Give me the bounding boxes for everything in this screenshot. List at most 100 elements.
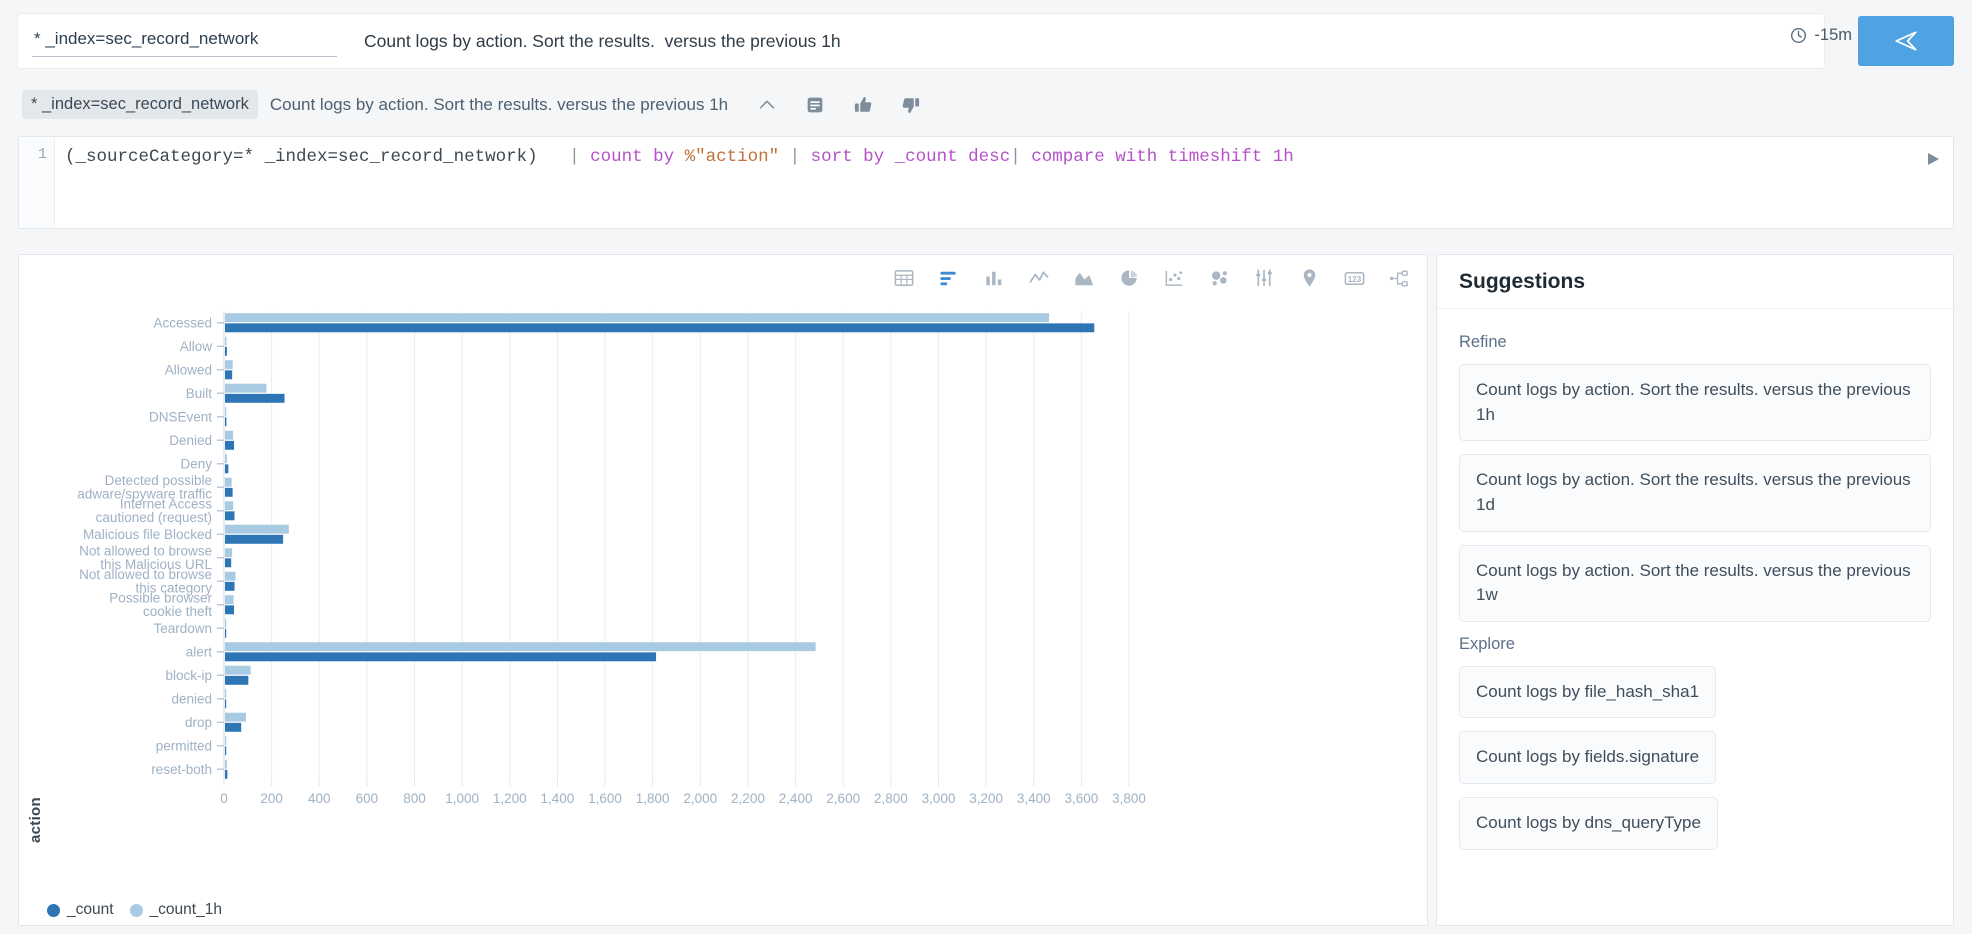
- bar-_count_1h[interactable]: [225, 619, 226, 628]
- bar-_count_1h[interactable]: [225, 666, 251, 675]
- y-tick-label: Accessed: [153, 315, 212, 330]
- bar-_count_1h[interactable]: [225, 501, 233, 510]
- bubble-icon[interactable]: [1208, 267, 1231, 290]
- x-tick-label: 1,200: [493, 791, 527, 806]
- pie-icon[interactable]: [1118, 267, 1141, 290]
- bar-column-icon[interactable]: [983, 267, 1006, 290]
- bar-_count[interactable]: [225, 347, 227, 356]
- query-code-line[interactable]: (_sourceCategory=* _index=sec_record_net…: [65, 146, 1294, 168]
- area-icon[interactable]: [1073, 267, 1096, 290]
- y-tick-label: cautioned (request): [96, 510, 212, 525]
- scope-field: [18, 14, 348, 68]
- query-editor[interactable]: 1 (_sourceCategory=* _index=sec_record_n…: [18, 136, 1954, 229]
- x-tick-label: 3,000: [922, 791, 956, 806]
- bar-_count[interactable]: [225, 746, 226, 755]
- bar-_count[interactable]: [225, 417, 226, 426]
- thumbs-up-icon[interactable]: [852, 94, 874, 116]
- chevron-up-icon[interactable]: [756, 94, 778, 116]
- chart-plot-area: action 02004006008001,0001,2001,4001,600…: [19, 303, 1429, 927]
- suggestion-item[interactable]: Count logs by file_hash_sha1: [1459, 666, 1716, 719]
- bar-_count[interactable]: [225, 394, 285, 403]
- bar-_count[interactable]: [225, 464, 228, 473]
- time-range-label: -15m: [1814, 26, 1852, 45]
- y-tick-label: drop: [185, 715, 212, 730]
- line-icon[interactable]: [1028, 267, 1051, 290]
- bar-_count_1h[interactable]: [225, 525, 289, 534]
- scatter-icon[interactable]: [1163, 267, 1186, 290]
- suggestion-item[interactable]: Count logs by fields.signature: [1459, 731, 1716, 784]
- suggestions-list: RefineCount logs by action. Sort the res…: [1437, 309, 1953, 863]
- x-tick-label: 2,400: [779, 791, 813, 806]
- bar-_count_1h[interactable]: [225, 313, 1049, 322]
- thumbs-down-icon[interactable]: [900, 94, 922, 116]
- sliders-icon[interactable]: [1253, 267, 1276, 290]
- scope-input[interactable]: [32, 25, 337, 57]
- bar-_count[interactable]: [225, 441, 234, 450]
- number-icon[interactable]: 123: [1343, 267, 1366, 290]
- bar-_count_1h[interactable]: [225, 478, 232, 487]
- bar-_count[interactable]: [225, 370, 232, 379]
- time-range-picker[interactable]: -15m: [1790, 26, 1852, 45]
- bar-_count_1h[interactable]: [225, 360, 233, 369]
- x-tick-label: 2,200: [731, 791, 765, 806]
- bar-_count_1h[interactable]: [225, 454, 227, 463]
- suggestion-item[interactable]: Count logs by action. Sort the results. …: [1459, 545, 1931, 622]
- bar-_count[interactable]: [225, 652, 656, 661]
- map-pin-icon[interactable]: [1298, 267, 1321, 290]
- query-token-0: (_sourceCategory=* _index=sec_record_net…: [65, 147, 569, 167]
- run-search-button[interactable]: [1858, 16, 1954, 66]
- results-panel: 123 action 02004006008001,0001,2001,4001…: [18, 254, 1428, 926]
- editor-gutter: 1: [19, 137, 55, 228]
- legend-item[interactable]: _count_1h: [130, 901, 222, 919]
- x-tick-label: 3,200: [969, 791, 1003, 806]
- tree-icon[interactable]: [1388, 267, 1411, 290]
- bar-_count[interactable]: [225, 535, 283, 544]
- y-tick-label: block-ip: [165, 668, 212, 683]
- scope-chip[interactable]: * _index=sec_record_network: [22, 90, 258, 119]
- x-tick-label: 200: [260, 791, 283, 806]
- y-axis-title: action: [27, 797, 44, 843]
- x-tick-label: 800: [403, 791, 426, 806]
- send-icon: [1893, 28, 1919, 54]
- bar-_count[interactable]: [225, 511, 235, 520]
- x-tick-label: 2,800: [874, 791, 908, 806]
- suggestion-item[interactable]: Count logs by action. Sort the results. …: [1459, 454, 1931, 531]
- bar-_count_1h[interactable]: [225, 431, 233, 440]
- bar-_count_1h[interactable]: [225, 337, 226, 346]
- query-token-2: count by: [590, 147, 685, 167]
- suggestion-item[interactable]: Count logs by dns_queryType: [1459, 797, 1718, 850]
- bar-_count_1h[interactable]: [225, 736, 226, 745]
- bar-_count[interactable]: [225, 723, 241, 732]
- bar-_count[interactable]: [225, 699, 226, 708]
- bar-_count_1h[interactable]: [225, 572, 235, 581]
- bar-_count_1h[interactable]: [225, 407, 226, 416]
- legend-item[interactable]: _count: [47, 901, 114, 919]
- bar-_count_1h[interactable]: [225, 595, 234, 604]
- bar-_count[interactable]: [225, 676, 248, 685]
- query-token-7: |: [1010, 147, 1031, 167]
- bar-_count[interactable]: [225, 605, 234, 614]
- bar-_count[interactable]: [225, 629, 226, 638]
- suggestion-item[interactable]: Count logs by action. Sort the results. …: [1459, 364, 1931, 441]
- bar-_count[interactable]: [225, 770, 227, 779]
- bar-_count_1h[interactable]: [225, 384, 266, 393]
- play-icon[interactable]: [1925, 151, 1941, 167]
- x-tick-label: 1,800: [636, 791, 670, 806]
- bar-horizontal-icon[interactable]: [938, 267, 961, 290]
- table-icon[interactable]: [893, 267, 916, 290]
- legend-label: _count_1h: [150, 901, 222, 919]
- bar-_count[interactable]: [225, 488, 233, 497]
- bar-_count_1h[interactable]: [225, 689, 226, 698]
- bar-chart[interactable]: 02004006008001,0001,2001,4001,6001,8002,…: [19, 303, 1429, 893]
- bar-_count_1h[interactable]: [225, 548, 232, 557]
- nl-query-input[interactable]: [362, 30, 1810, 53]
- bar-_count[interactable]: [225, 582, 235, 591]
- bar-_count_1h[interactable]: [225, 642, 816, 651]
- bar-_count[interactable]: [225, 323, 1094, 332]
- y-tick-label: Allow: [180, 339, 213, 354]
- bar-_count[interactable]: [225, 558, 231, 567]
- bar-_count_1h[interactable]: [225, 713, 246, 722]
- bar-_count_1h[interactable]: [225, 760, 227, 769]
- document-icon[interactable]: [804, 94, 826, 116]
- query-token-6: _count desc: [895, 147, 1011, 167]
